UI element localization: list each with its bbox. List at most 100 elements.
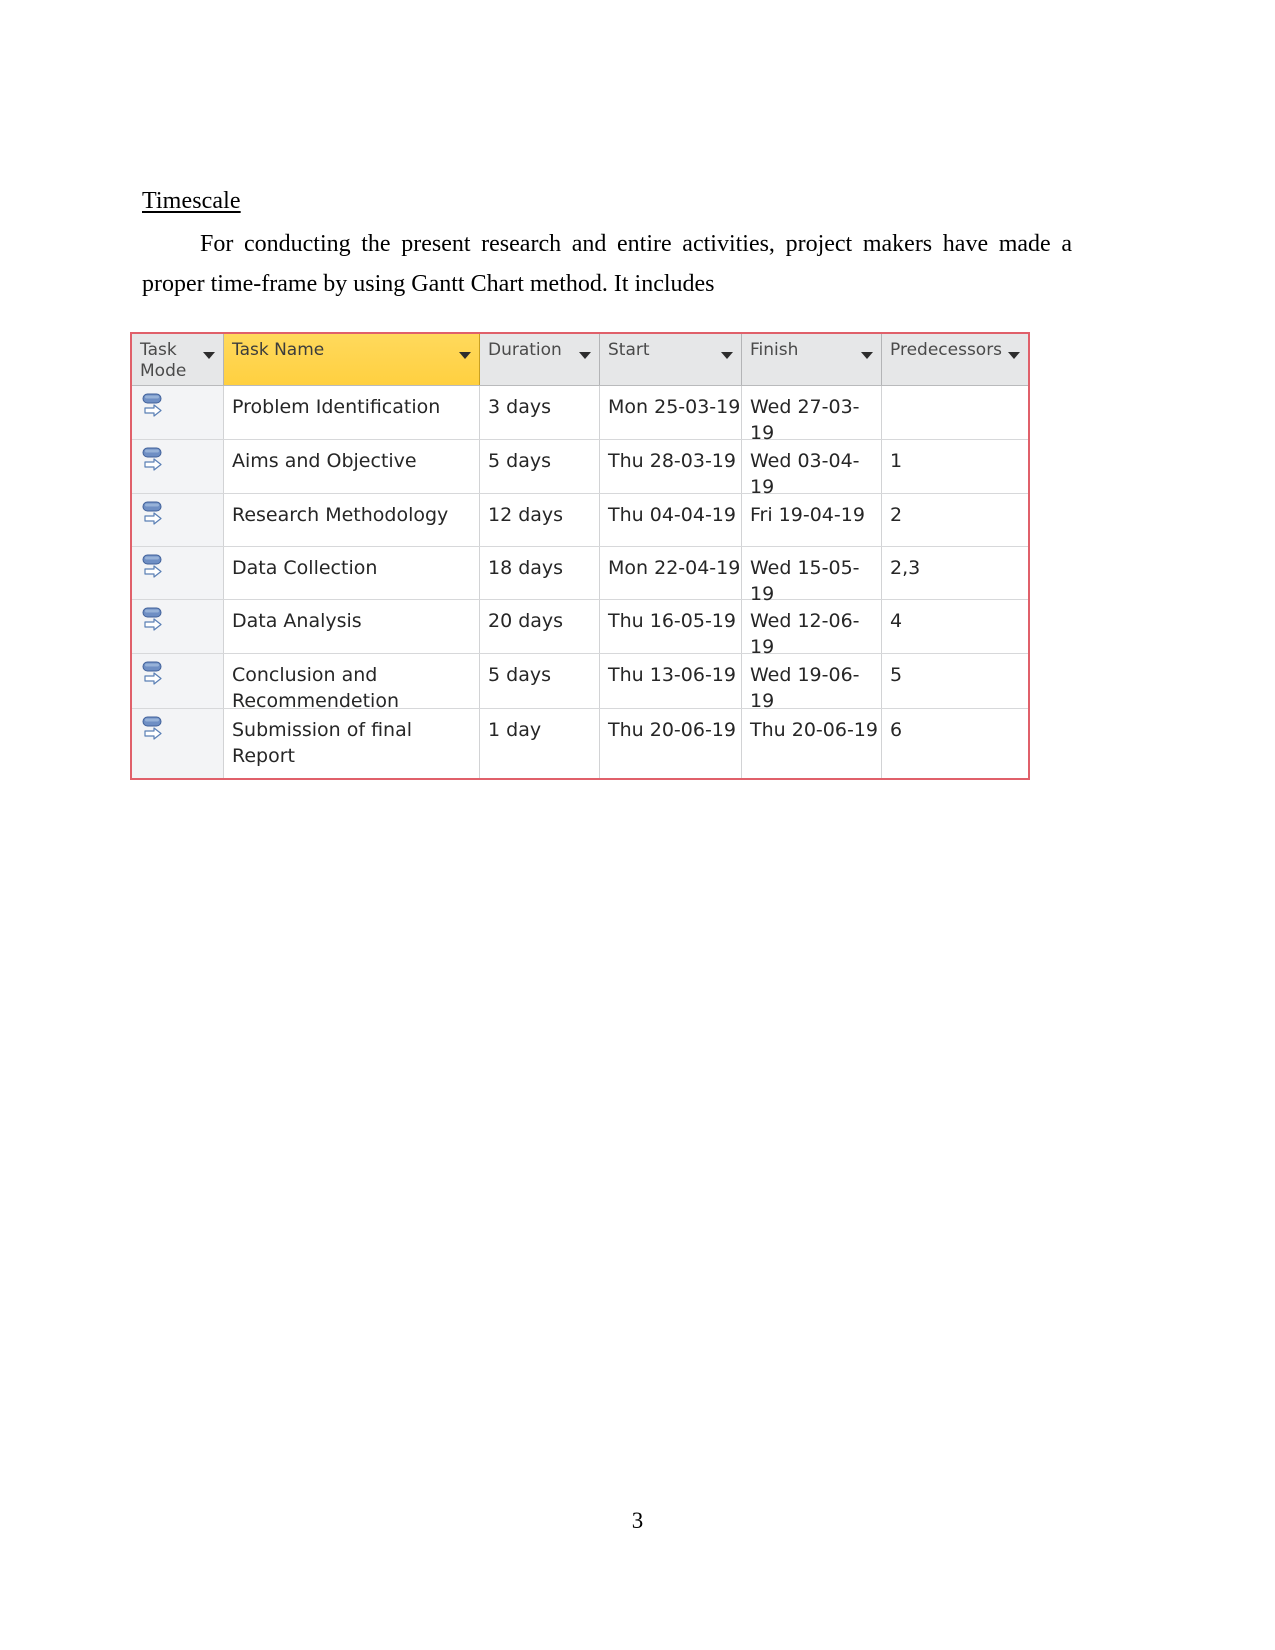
cell-task-mode[interactable] (132, 494, 224, 546)
column-header-task-mode[interactable]: Task Mode (132, 334, 224, 385)
cell-task-mode[interactable] (132, 386, 224, 439)
predecessors-text: 4 (890, 610, 903, 632)
start-text: Mon 25-03-19 (608, 396, 741, 418)
duration-text: 1 day (488, 719, 542, 741)
auto-scheduled-icon (142, 446, 172, 478)
cell-duration[interactable]: 20 days (480, 600, 600, 653)
auto-scheduled-icon (142, 660, 172, 692)
cell-finish[interactable]: Wed 27-03-19 (742, 386, 882, 444)
task-name-text: Conclusion and Recommendetion (232, 664, 400, 712)
cell-finish[interactable]: Wed 15-05-19 (742, 547, 882, 605)
cell-start[interactable]: Mon 22-04-19 (600, 547, 742, 599)
chevron-down-icon[interactable] (861, 352, 873, 359)
cell-predecessors[interactable]: 6 (882, 709, 1028, 778)
cell-duration[interactable]: 12 days (480, 494, 600, 546)
predecessors-text: 2 (890, 504, 903, 526)
cell-task-name[interactable]: Problem Identification (224, 386, 480, 439)
section-heading-timescale: Timescale (142, 188, 241, 214)
task-table-inner: Task Mode Task Name Duration Start Finis (132, 334, 1028, 778)
cell-task-mode[interactable] (132, 709, 224, 778)
task-name-text: Data Analysis (232, 610, 362, 632)
cell-duration[interactable]: 5 days (480, 654, 600, 708)
column-header-predecessors-label: Predecessors (890, 340, 1003, 360)
start-text: Thu 04-04-19 (608, 504, 736, 526)
cell-task-name[interactable]: Data Collection (224, 547, 480, 599)
duration-text: 12 days (488, 504, 564, 526)
task-name-text: Research Methodology (232, 504, 449, 526)
task-name-text: Problem Identification (232, 396, 441, 418)
table-row[interactable]: Problem Identification 3 days Mon 25-03-… (132, 386, 1028, 444)
duration-text: 20 days (488, 610, 564, 632)
auto-scheduled-icon (142, 715, 172, 747)
cell-start[interactable]: Thu 28-03-19 (600, 440, 742, 493)
cell-duration[interactable]: 18 days (480, 547, 600, 599)
cell-task-name[interactable]: Research Methodology (224, 494, 480, 546)
cell-predecessors[interactable]: 2,3 (882, 547, 1028, 599)
task-name-text: Data Collection (232, 557, 378, 579)
duration-text: 18 days (488, 557, 564, 579)
table-row[interactable]: Submission of final Report 1 day Thu 20-… (132, 709, 1028, 778)
task-name-text: Submission of final Report (232, 719, 413, 767)
column-header-start[interactable]: Start (600, 334, 742, 385)
finish-text: Wed 12-06-19 (750, 610, 860, 658)
intro-paragraph: For conducting the present research and … (142, 231, 1072, 297)
column-header-duration-label: Duration (488, 340, 562, 360)
column-header-predecessors[interactable]: Predecessors (882, 334, 1028, 385)
table-row[interactable]: Data Analysis 20 days Thu 16-05-19 Wed 1… (132, 600, 1028, 658)
predecessors-text: 1 (890, 450, 903, 472)
column-header-duration[interactable]: Duration (480, 334, 600, 385)
cell-finish[interactable]: Wed 03-04-19 (742, 440, 882, 498)
finish-text: Wed 19-06-19 (750, 664, 860, 712)
cell-duration[interactable]: 3 days (480, 386, 600, 439)
cell-start[interactable]: Thu 16-05-19 (600, 600, 742, 653)
cell-finish[interactable]: Wed 12-06-19 (742, 600, 882, 658)
cell-predecessors[interactable]: 4 (882, 600, 1028, 653)
auto-scheduled-icon (142, 392, 172, 424)
cell-finish[interactable]: Fri 19-04-19 (742, 494, 882, 546)
column-header-task-mode-label: Task Mode (140, 340, 187, 381)
cell-predecessors[interactable]: 5 (882, 654, 1028, 708)
table-row[interactable]: Conclusion and Recommendetion 5 days Thu… (132, 654, 1028, 712)
cell-task-mode[interactable] (132, 547, 224, 599)
cell-start[interactable]: Mon 25-03-19 (600, 386, 742, 439)
cell-start[interactable]: Thu 13-06-19 (600, 654, 742, 708)
finish-text: Thu 20-06-19 (750, 719, 878, 741)
cell-start[interactable]: Thu 20-06-19 (600, 709, 742, 778)
cell-finish[interactable]: Wed 19-06-19 (742, 654, 882, 712)
cell-duration[interactable]: 1 day (480, 709, 600, 778)
chevron-down-icon[interactable] (721, 352, 733, 359)
column-header-finish[interactable]: Finish (742, 334, 882, 385)
cell-start[interactable]: Thu 04-04-19 (600, 494, 742, 546)
start-text: Thu 20-06-19 (608, 719, 736, 741)
duration-text: 3 days (488, 396, 551, 418)
finish-text: Wed 27-03-19 (750, 396, 860, 444)
table-row[interactable]: Aims and Objective 5 days Thu 28-03-19 W… (132, 440, 1028, 498)
cell-task-mode[interactable] (132, 440, 224, 493)
table-row[interactable]: Research Methodology 12 days Thu 04-04-1… (132, 494, 1028, 547)
cell-finish[interactable]: Thu 20-06-19 (742, 709, 882, 778)
chevron-down-icon[interactable] (203, 352, 215, 359)
chevron-down-icon[interactable] (1008, 352, 1020, 359)
table-row[interactable]: Data Collection 18 days Mon 22-04-19 Wed… (132, 547, 1028, 605)
start-text: Thu 28-03-19 (608, 450, 736, 472)
column-header-finish-label: Finish (750, 340, 799, 360)
cell-predecessors[interactable]: 2 (882, 494, 1028, 546)
chevron-down-icon[interactable] (579, 352, 591, 359)
cell-duration[interactable]: 5 days (480, 440, 600, 493)
cell-task-mode[interactable] (132, 600, 224, 653)
column-header-task-name[interactable]: Task Name (224, 334, 480, 385)
duration-text: 5 days (488, 450, 551, 472)
cell-task-mode[interactable] (132, 654, 224, 708)
column-header-task-name-label: Task Name (232, 340, 325, 360)
chevron-down-icon[interactable] (459, 352, 471, 359)
cell-predecessors[interactable] (882, 386, 1028, 439)
cell-task-name[interactable]: Conclusion and Recommendetion (224, 654, 480, 712)
cell-task-name[interactable]: Submission of final Report (224, 709, 480, 778)
cell-task-name[interactable]: Aims and Objective (224, 440, 480, 493)
cell-predecessors[interactable]: 1 (882, 440, 1028, 493)
document-text-block: Timescale For conducting the present res… (142, 186, 1072, 304)
cell-task-name[interactable]: Data Analysis (224, 600, 480, 653)
task-name-text: Aims and Objective (232, 450, 417, 472)
start-text: Mon 22-04-19 (608, 557, 741, 579)
predecessors-text: 2,3 (890, 557, 921, 579)
